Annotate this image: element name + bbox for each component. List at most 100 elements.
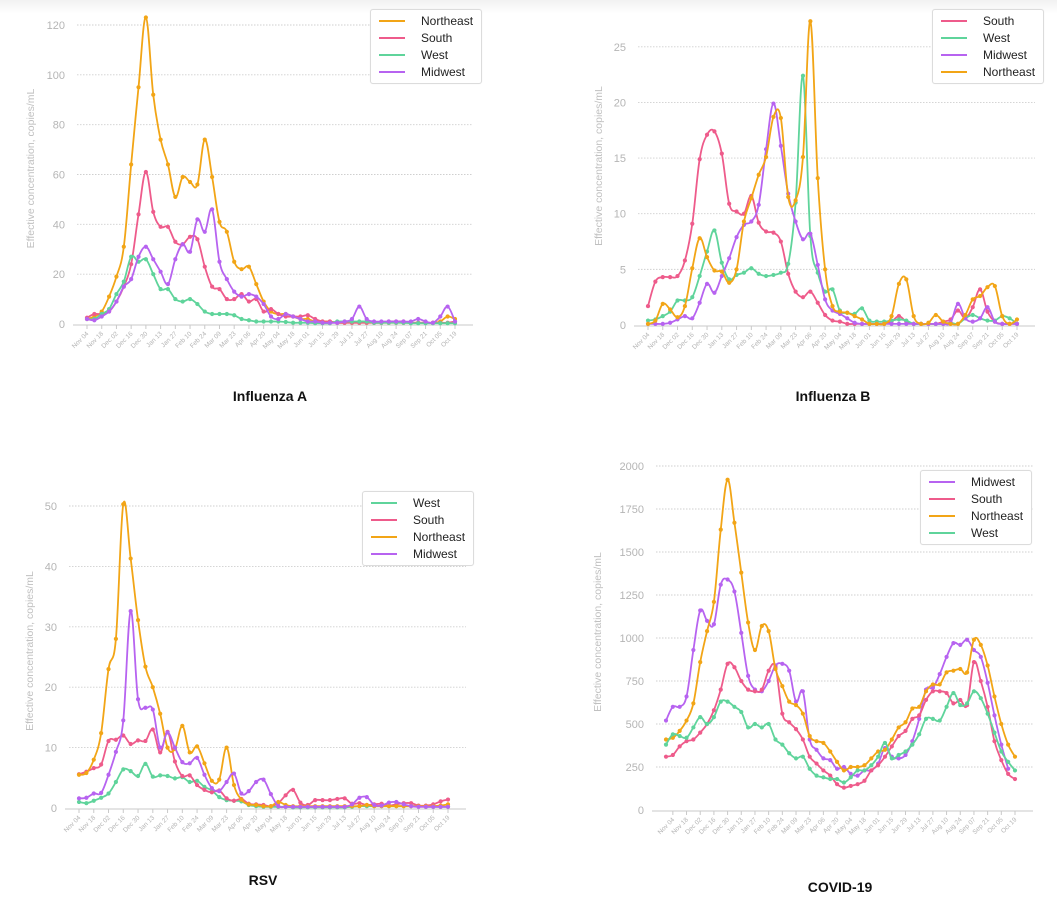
data-point-west <box>719 260 724 265</box>
legend-label: South <box>983 14 1015 29</box>
data-point-northeast <box>910 706 915 711</box>
data-point-west <box>741 270 747 275</box>
data-point-west <box>923 716 929 721</box>
data-point-south <box>855 782 860 787</box>
data-point-midwest <box>852 320 857 325</box>
x-axis-influenza-b: Nov 04Nov 18Dec 02Dec 16Dec 30Jan 13Jan … <box>632 326 1021 351</box>
data-point-northeast <box>845 310 850 315</box>
legend-swatch <box>929 481 955 484</box>
data-point-south <box>923 697 929 703</box>
data-point-northeast <box>963 312 968 318</box>
data-point-midwest <box>793 219 798 224</box>
data-point-south <box>930 689 935 694</box>
data-point-south <box>841 785 847 790</box>
data-point-midwest <box>780 661 785 666</box>
data-point-northeast <box>682 303 688 309</box>
data-point-west <box>787 751 792 756</box>
data-point-south <box>704 132 710 137</box>
x-tick-label: Oct 19 <box>1002 331 1021 350</box>
legend-item-south[interactable]: South <box>941 13 1035 30</box>
data-point-south <box>675 273 680 279</box>
legend-swatch <box>929 531 955 534</box>
data-point-west <box>896 752 901 758</box>
legend-item-south[interactable]: South <box>929 491 1023 508</box>
legend-item-midwest[interactable]: Midwest <box>929 474 1023 491</box>
data-point-west <box>660 313 665 319</box>
x-axis-covid-19: Nov 04Nov 18Dec 02Dec 16Dec 30Jan 13Jan … <box>657 811 1019 836</box>
data-point-northeast <box>1006 742 1011 747</box>
data-point-northeast <box>999 721 1004 727</box>
data-point-midwest <box>668 320 673 325</box>
data-point-south <box>712 129 717 134</box>
data-point-west <box>978 696 983 701</box>
data-point-south <box>734 209 739 214</box>
legend-swatch <box>941 70 967 73</box>
data-point-northeast <box>823 267 828 272</box>
legend-label: Northeast <box>971 508 1024 523</box>
data-point-northeast <box>834 759 840 764</box>
data-point-west <box>937 718 942 723</box>
data-point-south <box>778 239 783 244</box>
data-point-west <box>732 704 737 709</box>
data-point-midwest <box>978 316 983 321</box>
legend-swatch <box>941 37 967 40</box>
legend-item-northeast[interactable]: Northeast <box>941 63 1035 80</box>
data-point-south <box>862 778 867 783</box>
data-point-midwest <box>704 618 710 623</box>
legend-item-west[interactable]: West <box>929 524 1023 541</box>
legend-item-midwest[interactable]: Midwest <box>941 47 1035 64</box>
data-point-south <box>719 151 724 156</box>
data-point-northeast <box>978 642 983 647</box>
y-tick-label: 25 <box>614 42 626 54</box>
data-point-midwest <box>834 766 840 771</box>
y-tick-label: 0 <box>620 320 626 332</box>
data-point-west <box>766 721 771 727</box>
data-point-south <box>771 230 776 235</box>
x-tick-label: Sep 21 <box>971 331 991 351</box>
data-point-northeast <box>903 720 908 725</box>
legend-label: South <box>971 492 1003 507</box>
legend-item-northeast[interactable]: Northeast <box>929 508 1023 525</box>
data-point-northeast <box>992 283 997 289</box>
legend-label: Northeast <box>983 64 1036 79</box>
data-point-midwest <box>808 231 813 236</box>
data-point-northeast <box>704 255 710 260</box>
data-point-midwest <box>684 694 689 699</box>
data-point-northeast <box>930 682 935 687</box>
data-point-west <box>800 73 806 78</box>
data-point-midwest <box>734 234 739 240</box>
data-point-northeast <box>874 321 879 326</box>
data-point-midwest <box>778 143 783 148</box>
data-point-midwest <box>711 622 717 627</box>
data-point-midwest <box>815 262 820 268</box>
data-point-west <box>807 766 812 771</box>
data-point-west <box>746 725 751 730</box>
data-point-south <box>869 768 874 773</box>
data-point-northeast <box>749 196 754 201</box>
data-point-west <box>697 273 702 279</box>
legend-item-west[interactable]: West <box>941 30 1035 47</box>
data-point-south <box>763 229 769 234</box>
data-point-west <box>800 754 805 759</box>
series-line-midwest <box>665 577 1010 777</box>
data-point-west <box>684 735 689 740</box>
data-point-west <box>848 775 853 780</box>
data-point-northeast <box>896 725 901 730</box>
data-point-northeast <box>677 728 682 733</box>
data-point-west <box>944 704 949 709</box>
data-point-northeast <box>911 313 916 319</box>
data-point-west <box>999 749 1004 754</box>
data-point-west <box>759 725 764 730</box>
data-point-midwest <box>889 321 894 326</box>
data-point-south <box>739 678 744 684</box>
data-point-west <box>786 261 791 266</box>
data-point-northeast <box>719 269 724 274</box>
data-point-midwest <box>677 704 682 709</box>
data-point-northeast <box>917 704 922 709</box>
data-point-south <box>889 744 894 749</box>
data-point-west <box>917 732 922 737</box>
data-point-west <box>985 318 990 323</box>
x-tick-label: Oct 19 <box>1000 816 1019 835</box>
data-point-northeast <box>800 154 806 160</box>
data-point-northeast <box>923 689 929 694</box>
